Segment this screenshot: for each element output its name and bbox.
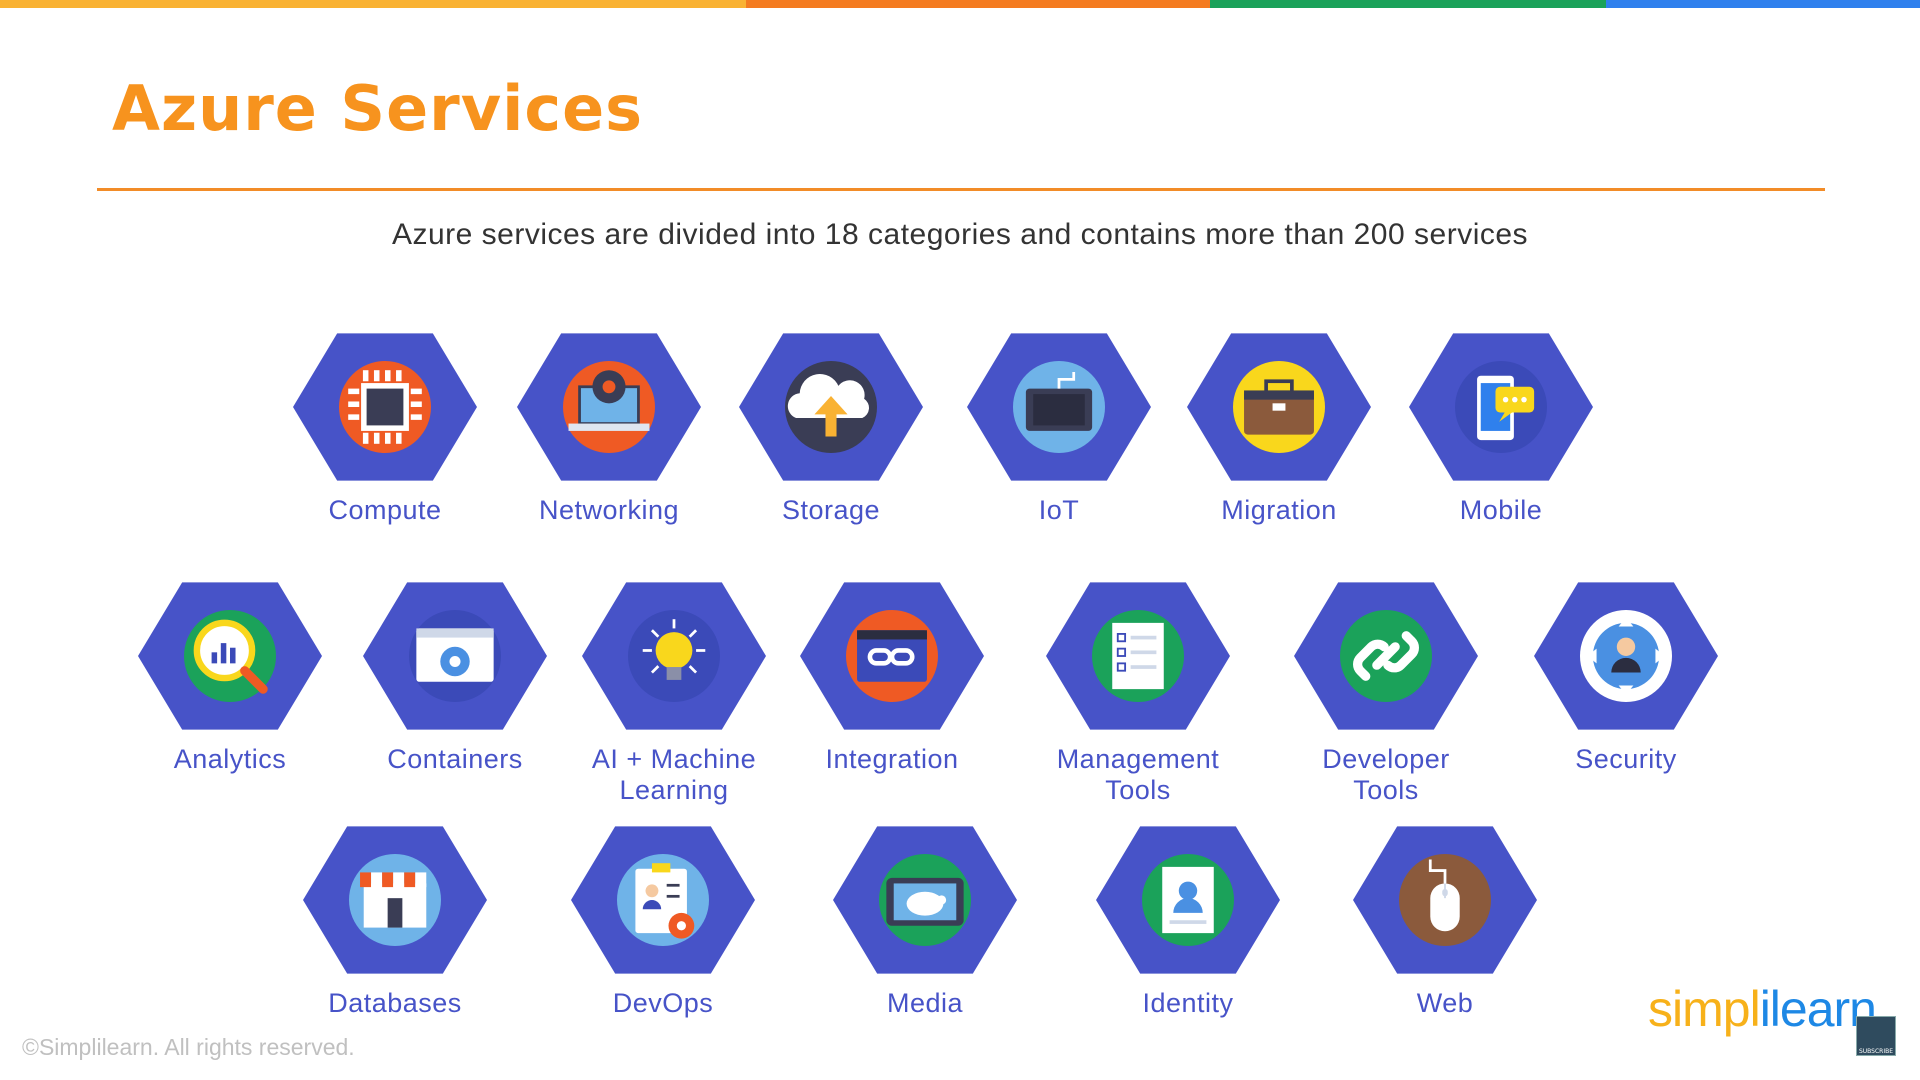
service-tile: Migration [1149,327,1409,526]
service-tile: Security [1496,576,1756,775]
service-tile: Databases [265,820,525,1019]
top-bar-blue [1606,0,1920,8]
copyright-text: ©Simplilearn. All rights reserved. [22,1034,355,1060]
service-label: Networking [538,495,680,525]
user-target-icon [1534,582,1718,730]
tablet-piggy-icon [833,826,1017,974]
service-label: Developer Tools [1322,744,1450,805]
checklist-document-icon [1046,582,1230,730]
mobile-chat-icon [1409,333,1593,481]
service-tile: Analytics [100,576,360,775]
cpu-chip-icon [293,333,477,481]
service-tile: Storage [701,327,961,526]
service-label: Analytics [173,744,287,774]
service-label: Databases [328,988,462,1018]
service-label: Identity [1142,988,1234,1018]
mouse-icon [1353,826,1537,974]
service-label: Mobile [1459,495,1543,525]
id-card-icon [1096,826,1280,974]
service-label: Storage [781,495,881,525]
top-bar-orange [746,0,1210,8]
slide-subtitle: Azure services are divided into 18 categ… [391,218,1529,251]
service-label: Security [1575,744,1677,774]
service-tile: Networking [479,327,739,526]
simplilearn-logo: simplilearn [1648,980,1877,1038]
window-gear-icon [363,582,547,730]
service-tile: Management Tools [1008,576,1268,806]
service-label: Migration [1221,495,1337,525]
service-tile: Developer Tools [1256,576,1516,806]
service-label: Integration [825,744,959,774]
service-tile: Web [1315,820,1575,1019]
top-bar-yellow [0,0,746,8]
service-tile: Media [795,820,1055,1019]
service-tile: Integration [762,576,1022,775]
lightbulb-icon [582,582,766,730]
service-tile: Compute [255,327,515,526]
laptop-gear-icon [517,333,701,481]
magnifier-chart-icon [138,582,322,730]
storefront-icon [303,826,487,974]
subscribe-badge[interactable]: SUBSCRIBE [1856,1016,1896,1056]
title-divider [97,188,1825,191]
service-label: Web [1416,988,1474,1018]
service-label: DevOps [612,988,714,1018]
briefcase-icon [1187,333,1371,481]
service-label: Compute [328,495,442,525]
service-tile: Identity [1058,820,1318,1019]
cloud-upload-icon [739,333,923,481]
service-label: Media [886,988,964,1018]
service-label: Management Tools [1056,744,1220,805]
top-color-bar [0,0,1920,8]
clipboard-gear-icon [571,826,755,974]
service-tile: DevOps [533,820,793,1019]
service-tile: Mobile [1371,327,1631,526]
iot-device-icon [967,333,1151,481]
slide-title: Azure Services [112,72,644,145]
logo-text-part1: simpl [1648,981,1761,1037]
window-link-icon [800,582,984,730]
top-bar-green [1210,0,1606,8]
chain-link-icon [1294,582,1478,730]
